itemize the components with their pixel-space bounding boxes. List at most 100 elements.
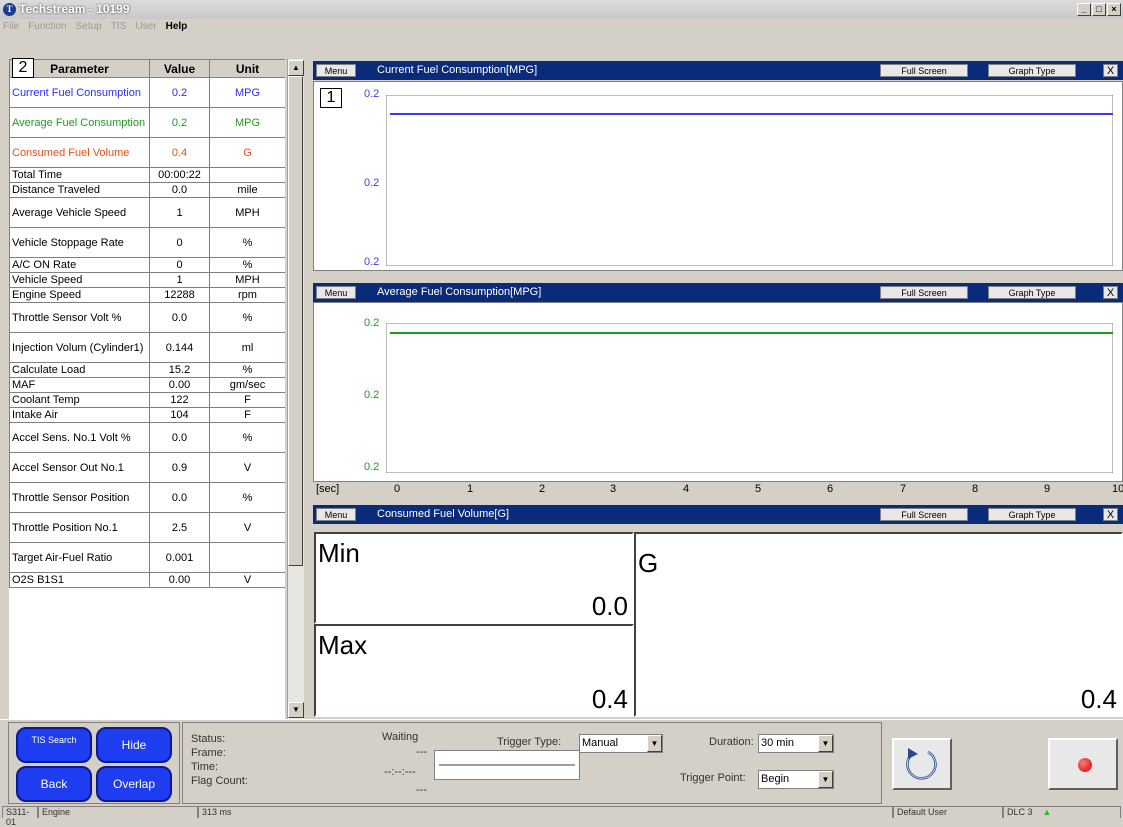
table-row[interactable]: Injection Volum (Cylinder1) 0.144 ml bbox=[9, 332, 285, 363]
panel3-graphtype-button[interactable]: Graph Type bbox=[988, 508, 1076, 521]
record-button[interactable] bbox=[1048, 738, 1118, 790]
table-row[interactable]: Accel Sens. No.1 Volt % 0.0% bbox=[9, 422, 285, 453]
chevron-down-icon[interactable]: ▼ bbox=[818, 771, 833, 788]
flag-count-value: --- bbox=[416, 784, 427, 796]
row-value: 15.2 bbox=[149, 362, 210, 378]
menu-help[interactable]: Help bbox=[163, 19, 191, 32]
table-row[interactable]: Calculate Load 15.2% bbox=[9, 362, 285, 378]
table-row[interactable]: Current Fuel Consumption 0.2 MPG bbox=[9, 77, 285, 108]
panel3-close-button[interactable]: X bbox=[1103, 508, 1118, 521]
table-row[interactable]: Coolant Temp 122 F bbox=[9, 392, 285, 408]
menu-user[interactable]: User bbox=[132, 19, 159, 32]
table-row[interactable]: O2S B1S1 0.00 V bbox=[9, 572, 285, 588]
panel2-fullscreen-button[interactable]: Full Screen bbox=[880, 286, 968, 299]
panel2-menu-button[interactable]: Menu bbox=[316, 286, 356, 299]
menu-file[interactable]: File bbox=[0, 19, 22, 32]
table-row[interactable]: Vehicle Stoppage Rate 0% bbox=[9, 227, 285, 258]
row-value: 12288 bbox=[149, 287, 210, 303]
table-row[interactable]: Target Air-Fuel Ratio 0.001 bbox=[9, 542, 285, 573]
flag-count-label: Flag Count: bbox=[191, 775, 248, 787]
window-title: Techstream - 10199 bbox=[19, 2, 130, 16]
row-value: 2.5 bbox=[149, 512, 210, 543]
row-unit: % bbox=[209, 302, 285, 333]
row-value: 0.001 bbox=[149, 542, 210, 573]
table-row[interactable]: Engine Speed 12288 rpm bbox=[9, 287, 285, 303]
panel1-plot bbox=[386, 95, 1113, 266]
table-row[interactable]: Intake Air 104 F bbox=[9, 407, 285, 423]
time-label: Time: bbox=[191, 761, 219, 773]
chevron-down-icon[interactable]: ▼ bbox=[818, 735, 833, 752]
table-row[interactable]: Vehicle Speed 1 MPH bbox=[9, 272, 285, 288]
scroll-down-button[interactable]: ▼ bbox=[288, 702, 304, 718]
minimize-button[interactable]: _ bbox=[1077, 3, 1091, 16]
table-row[interactable]: Total Time 00:00:22 bbox=[9, 167, 285, 183]
panel1-title: Current Fuel Consumption[MPG] bbox=[377, 64, 538, 76]
close-window-button[interactable]: × bbox=[1107, 3, 1121, 16]
row-unit: % bbox=[209, 257, 285, 273]
table-row[interactable]: Throttle Position No.1 2.5 V bbox=[9, 512, 285, 543]
menu-function[interactable]: Function bbox=[25, 19, 69, 32]
time-axis: [sec] 0 1 2 3 4 5 6 7 8 9 10 bbox=[313, 483, 1123, 497]
parameter-table: Parameter Value Unit Current Fuel Consum… bbox=[9, 59, 285, 588]
panel3-header: Menu Consumed Fuel Volume[G] Full Screen… bbox=[313, 505, 1123, 524]
row-value: 0 bbox=[149, 257, 210, 273]
row-value: 0 bbox=[149, 227, 210, 258]
overlap-button[interactable]: Overlap bbox=[96, 766, 172, 802]
table-row[interactable]: MAF 0.00 gm/sec bbox=[9, 377, 285, 393]
time-value: --:--:--- bbox=[384, 766, 416, 778]
table-row[interactable]: A/C ON Rate 0% bbox=[9, 257, 285, 273]
menu-bar: File Function Setup TIS User Help bbox=[0, 19, 1123, 36]
unit-label: G bbox=[638, 548, 659, 578]
panel1-close-button[interactable]: X bbox=[1103, 64, 1118, 77]
panel1-ytick: 0.2 bbox=[364, 177, 380, 189]
reset-button[interactable] bbox=[892, 738, 952, 790]
time-axis-tick: 7 bbox=[900, 483, 907, 495]
table-row[interactable]: Average Fuel Consumption 0.2 MPG bbox=[9, 107, 285, 138]
column-header-value[interactable]: Value bbox=[149, 59, 210, 78]
table-row[interactable]: Consumed Fuel Volume 0.4 G bbox=[9, 137, 285, 168]
dlc-label: DLC 3 bbox=[1007, 807, 1033, 817]
table-row[interactable]: Accel Sensor Out No.1 0.9 V bbox=[9, 452, 285, 483]
row-parameter: Vehicle Speed bbox=[9, 272, 150, 288]
refresh-icon bbox=[906, 748, 937, 780]
panel2-close-button[interactable]: X bbox=[1103, 286, 1118, 299]
time-axis-tick: 9 bbox=[1044, 483, 1051, 495]
panel2-plot bbox=[386, 323, 1113, 473]
table-row[interactable]: Average Vehicle Speed 1 MPH bbox=[9, 197, 285, 228]
table-row[interactable]: Throttle Sensor Volt % 0.0% bbox=[9, 302, 285, 333]
title-bar: T Techstream - 10199 _ □ × bbox=[0, 0, 1123, 19]
row-value: 0.00 bbox=[149, 572, 210, 588]
min-label: Min bbox=[318, 538, 360, 568]
progress-bar bbox=[439, 764, 575, 766]
chevron-down-icon[interactable]: ▼ bbox=[647, 735, 662, 752]
table-row[interactable]: Distance Traveled 0.0 mile bbox=[9, 182, 285, 198]
connection-status: DLC 3 ▲ bbox=[1003, 806, 1121, 818]
panel2-graphtype-button[interactable]: Graph Type bbox=[988, 286, 1076, 299]
panel1-fullscreen-button[interactable]: Full Screen bbox=[880, 64, 968, 77]
row-parameter: Injection Volum (Cylinder1) bbox=[9, 332, 150, 363]
panel1-menu-button[interactable]: Menu bbox=[316, 64, 356, 77]
latency: 313 ms bbox=[198, 806, 893, 818]
row-parameter: Accel Sensor Out No.1 bbox=[9, 452, 150, 483]
time-axis-tick: 10 bbox=[1112, 483, 1123, 495]
panel3-menu-button[interactable]: Menu bbox=[316, 508, 356, 521]
scroll-thumb[interactable] bbox=[288, 76, 303, 566]
row-unit: gm/sec bbox=[209, 377, 285, 393]
callout-badge-2: 2 bbox=[12, 58, 34, 78]
panel1-graphtype-button[interactable]: Graph Type bbox=[988, 64, 1076, 77]
row-unit: V bbox=[209, 572, 285, 588]
table-row[interactable]: Throttle Sensor Position 0.0% bbox=[9, 482, 285, 513]
maximize-button[interactable]: □ bbox=[1092, 3, 1106, 16]
menu-setup[interactable]: Setup bbox=[73, 19, 105, 32]
time-axis-tick: 2 bbox=[539, 483, 546, 495]
panel3-fullscreen-button[interactable]: Full Screen bbox=[880, 508, 968, 521]
row-parameter: Intake Air bbox=[9, 407, 150, 423]
scroll-up-button[interactable]: ▲ bbox=[288, 60, 304, 76]
duration-label: Duration: bbox=[709, 736, 754, 748]
back-button[interactable]: Back bbox=[16, 766, 92, 802]
menu-tis[interactable]: TIS bbox=[108, 19, 130, 32]
row-value: 1 bbox=[149, 197, 210, 228]
tis-search-button[interactable]: TIS Search bbox=[16, 727, 92, 763]
column-header-unit[interactable]: Unit bbox=[209, 59, 285, 78]
hide-button[interactable]: Hide bbox=[96, 727, 172, 763]
